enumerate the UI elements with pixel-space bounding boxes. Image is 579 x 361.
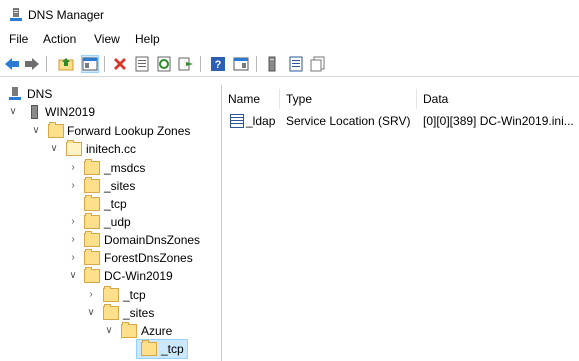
menu-file[interactable]: File	[9, 32, 28, 46]
menu-help[interactable]: Help	[135, 32, 160, 46]
menu-bar: File Action View Help	[0, 30, 579, 50]
show-hide-tree-icon[interactable]	[81, 55, 99, 73]
tree-label: _tcp	[104, 197, 127, 211]
folder-icon	[141, 340, 157, 356]
new-delegation-icon[interactable]	[310, 56, 326, 72]
tree-node-dc-sites[interactable]: ∨ _sites	[0, 304, 220, 322]
window-title: DNS Manager	[28, 8, 105, 22]
folder-icon	[84, 249, 100, 265]
tree-label: Forward Lookup Zones	[67, 124, 191, 138]
chevron-down-icon[interactable]: ∨	[8, 103, 18, 121]
tree-node-udp[interactable]: › _udp	[0, 213, 220, 231]
tree-label: _udp	[104, 215, 131, 229]
tree-node-tcp[interactable]: _tcp	[0, 195, 220, 213]
folder-icon	[84, 195, 100, 211]
tree-label: _sites	[104, 179, 136, 193]
chevron-right-icon[interactable]: ›	[68, 249, 78, 267]
dns-record-icon	[230, 114, 244, 128]
up-folder-icon[interactable]	[58, 56, 74, 72]
tree-node-dns[interactable]: DNS	[0, 85, 220, 103]
tree-node-forestdnszones[interactable]: › ForestDnsZones	[0, 249, 220, 267]
tree-node-zone[interactable]: ∨ initech.cc	[0, 140, 220, 158]
tree-label: _sites	[123, 306, 155, 320]
tree-node-dc-win2019[interactable]: ∨ DC-Win2019	[0, 267, 220, 285]
tree-label: DomainDnsZones	[104, 233, 201, 247]
menu-view[interactable]: View	[94, 32, 120, 46]
chevron-right-icon[interactable]: ›	[68, 231, 78, 249]
properties-icon[interactable]	[134, 56, 150, 72]
chevron-right-icon[interactable]: ›	[68, 177, 78, 195]
tree-label: _msdcs	[104, 161, 146, 175]
details-list: Name Type Data _ldap Service Location (S…	[222, 85, 579, 361]
tree-node-dc-tcp[interactable]: › _tcp	[0, 286, 220, 304]
folder-icon	[121, 322, 137, 338]
tree-node-domaindnszones[interactable]: › DomainDnsZones	[0, 231, 220, 249]
zone-icon	[66, 140, 82, 156]
menu-action[interactable]: Action	[43, 32, 76, 46]
toolbar: ?	[0, 52, 579, 77]
chevron-right-icon[interactable]: ›	[68, 213, 78, 231]
chevron-down-icon[interactable]: ∨	[86, 304, 96, 322]
folder-icon	[48, 122, 64, 138]
new-record-icon[interactable]	[264, 56, 280, 72]
help-icon[interactable]: ?	[210, 56, 226, 72]
new-domain-icon[interactable]	[288, 56, 304, 72]
tree-label: WIN2019	[45, 105, 96, 119]
dns-manager-icon	[10, 8, 22, 22]
tree-label: initech.cc	[86, 142, 137, 156]
refresh-icon[interactable]	[156, 56, 172, 72]
tree-node-msdcs[interactable]: › _msdcs	[0, 159, 220, 177]
forward-arrow-icon[interactable]	[24, 56, 40, 72]
delete-icon[interactable]	[112, 56, 128, 72]
column-header-name[interactable]: Name	[222, 89, 280, 109]
server-icon	[31, 105, 38, 119]
folder-icon	[84, 159, 100, 175]
chevron-down-icon[interactable]: ∨	[31, 122, 41, 140]
tree-label: _tcp	[161, 342, 184, 356]
record-type[interactable]: Service Location (SRV)	[286, 111, 411, 131]
folder-icon	[103, 286, 119, 302]
back-arrow-icon[interactable]	[4, 56, 20, 72]
tree-node-azure-tcp[interactable]: _tcp	[136, 339, 188, 359]
folder-icon	[103, 304, 119, 320]
tree-label: DC-Win2019	[104, 269, 173, 283]
console-pane-icon[interactable]	[233, 56, 249, 72]
folder-icon	[84, 177, 100, 193]
svg-text:?: ?	[215, 59, 222, 71]
chevron-right-icon[interactable]: ›	[86, 286, 96, 304]
column-header-data[interactable]: Data	[417, 89, 579, 109]
tree-node-forward-lookup-zones[interactable]: ∨ Forward Lookup Zones	[0, 122, 220, 140]
tree-label: DNS	[27, 87, 53, 101]
chevron-down-icon[interactable]: ∨	[68, 267, 78, 285]
console-tree: DNS ∨ WIN2019 ∨ Forward Lookup Zones ∨ i…	[0, 85, 222, 361]
record-data[interactable]: [0][0][389] DC-Win2019.ini...	[423, 111, 574, 131]
folder-icon	[84, 267, 100, 283]
chevron-down-icon[interactable]: ∨	[104, 322, 114, 340]
dns-icon	[9, 87, 25, 101]
folder-icon	[84, 231, 100, 247]
tree-label: Azure	[141, 324, 173, 338]
title-bar: DNS Manager	[0, 0, 579, 30]
chevron-right-icon[interactable]: ›	[68, 159, 78, 177]
folder-icon	[84, 213, 100, 229]
export-list-icon[interactable]	[178, 56, 194, 72]
record-name[interactable]: _ldap	[246, 111, 275, 131]
chevron-down-icon[interactable]: ∨	[49, 140, 59, 158]
tree-node-server[interactable]: ∨ WIN2019	[0, 103, 220, 121]
tree-label: ForestDnsZones	[104, 251, 193, 265]
tree-label: _tcp	[123, 288, 146, 302]
tree-node-sites[interactable]: › _sites	[0, 177, 220, 195]
tree-node-azure[interactable]: ∨ Azure	[0, 322, 220, 340]
column-header-type[interactable]: Type	[280, 89, 417, 109]
